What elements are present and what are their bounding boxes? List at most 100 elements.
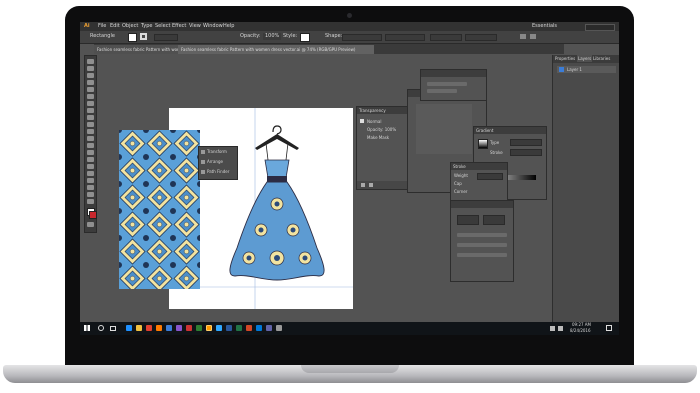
edge-icon[interactable] [126,325,132,331]
tab-libraries[interactable]: Libraries [593,55,610,62]
firefox-icon[interactable] [156,325,162,331]
layer-row[interactable]: Layer 1 [557,66,616,73]
width-tool-icon[interactable] [87,143,94,148]
new-item-icon[interactable] [361,183,365,187]
file-explorer-icon[interactable] [136,325,142,331]
stock-search-input[interactable] [585,24,615,31]
checkbox-icon[interactable] [360,119,364,123]
notifications-icon[interactable] [606,325,612,331]
panel-header: Stroke [451,163,507,170]
dress-bodice [264,159,290,179]
menu-select[interactable]: Select [155,23,170,30]
gradient-tool-icon[interactable] [87,178,94,183]
opacity-field[interactable]: 100% [263,33,282,40]
stroke-weight-field[interactable] [154,34,178,41]
free-transform-tool-icon[interactable] [87,150,94,155]
workspace-switcher[interactable]: Essentials [532,23,557,30]
floating-panel [420,69,487,101]
direct-selection-tool-icon[interactable] [87,66,94,71]
gradient-type-select[interactable] [510,139,542,146]
task-view-icon[interactable] [110,326,116,331]
scale-tool-icon[interactable] [87,136,94,141]
gradient-angle-field[interactable] [510,149,542,156]
panel-row [457,233,507,237]
mesh-tool-icon[interactable] [87,171,94,176]
app-icon[interactable] [276,325,282,331]
selection-tool-icon[interactable] [87,59,94,64]
menu-view[interactable]: View [189,23,201,30]
appearance-row[interactable] [483,215,505,225]
stroke-swatch[interactable] [140,33,147,40]
blend-mode-select[interactable]: Normal [367,118,381,125]
search-icon[interactable] [98,325,104,331]
stroke-color-icon[interactable] [89,211,97,219]
tab-document-1[interactable]: Fashion seamless fabric Pattern with wom… [94,45,182,54]
align-icon[interactable] [520,34,526,39]
app-icon[interactable] [176,325,182,331]
height-field[interactable] [385,34,425,41]
illustrator-taskbar-icon[interactable] [206,325,212,331]
line-tool-icon[interactable] [87,94,94,99]
app-icon[interactable] [196,325,202,331]
screen-mode-icon[interactable] [87,222,94,227]
stroke-corner-label: Corner [454,189,468,194]
gradient-swatch[interactable] [478,139,488,149]
menu-edit[interactable]: Edit [110,23,120,30]
x-field[interactable] [430,34,462,41]
word-icon[interactable] [226,325,232,331]
chrome-icon[interactable] [146,325,152,331]
perspective-grid-tool-icon[interactable] [87,164,94,169]
hand-tool-icon[interactable] [87,192,94,197]
network-icon[interactable] [550,326,555,331]
rotate-tool-icon[interactable] [87,129,94,134]
mail-icon[interactable] [256,325,262,331]
eyedropper-tool-icon[interactable] [87,185,94,190]
menu-item-transform[interactable]: Transform [207,148,227,155]
zoom-tool-icon[interactable] [87,199,94,204]
powerpoint-icon[interactable] [246,325,252,331]
stroke-weight-field[interactable] [477,173,503,180]
pencil-tool-icon[interactable] [87,115,94,120]
windows-taskbar: 09:27 AM 8/24/2016 [80,322,619,335]
fill-swatch[interactable] [128,33,137,42]
quick-actions-menu: Transform Arrange Path Finder [198,146,238,180]
eraser-tool-icon[interactable] [87,122,94,127]
paintbrush-tool-icon[interactable] [87,108,94,113]
tab-properties[interactable]: Properties [555,55,575,62]
tab-layers[interactable]: Layers [577,55,593,62]
store-icon[interactable] [166,325,172,331]
type-tool-icon[interactable] [87,87,94,92]
excel-icon[interactable] [236,325,242,331]
transform-icon[interactable] [530,34,536,39]
delete-icon[interactable] [369,183,373,187]
volume-icon[interactable] [558,326,563,331]
y-field[interactable] [465,34,497,41]
menu-type[interactable]: Type [141,23,152,30]
width-field[interactable] [342,34,382,41]
appearance-row[interactable] [457,215,479,225]
pattern-tile[interactable] [119,130,200,289]
menu-item-arrange[interactable]: Arrange [207,158,223,165]
menu-help[interactable]: Help [223,23,234,30]
arrange-icon [201,160,205,164]
tab-document-2[interactable]: Fashion seamless fabric Pattern with wom… [178,45,374,54]
menu-window[interactable]: Window [203,23,223,30]
app-icon[interactable] [266,325,272,331]
photoshop-taskbar-icon[interactable] [216,325,222,331]
swatch-grid[interactable] [416,104,472,154]
menu-object[interactable]: Object [122,23,138,30]
graphic-style-swatch[interactable] [300,33,310,42]
rectangle-tool-icon[interactable] [87,101,94,106]
dress-waistband [267,176,287,182]
clock-date[interactable]: 8/24/2016 [570,328,591,334]
menu-file[interactable]: File [98,23,106,30]
windows-start-icon[interactable] [84,325,90,331]
magic-wand-tool-icon[interactable] [87,73,94,78]
make-mask-button[interactable]: Make Mask [367,134,389,141]
app-icon[interactable] [186,325,192,331]
opacity-row[interactable]: Opacity: 100% [367,126,396,133]
pen-tool-icon[interactable] [87,80,94,85]
menu-effect[interactable]: Effect [172,23,186,30]
menu-item-pathfinder[interactable]: Path Finder [207,168,229,175]
shape-builder-tool-icon[interactable] [87,157,94,162]
